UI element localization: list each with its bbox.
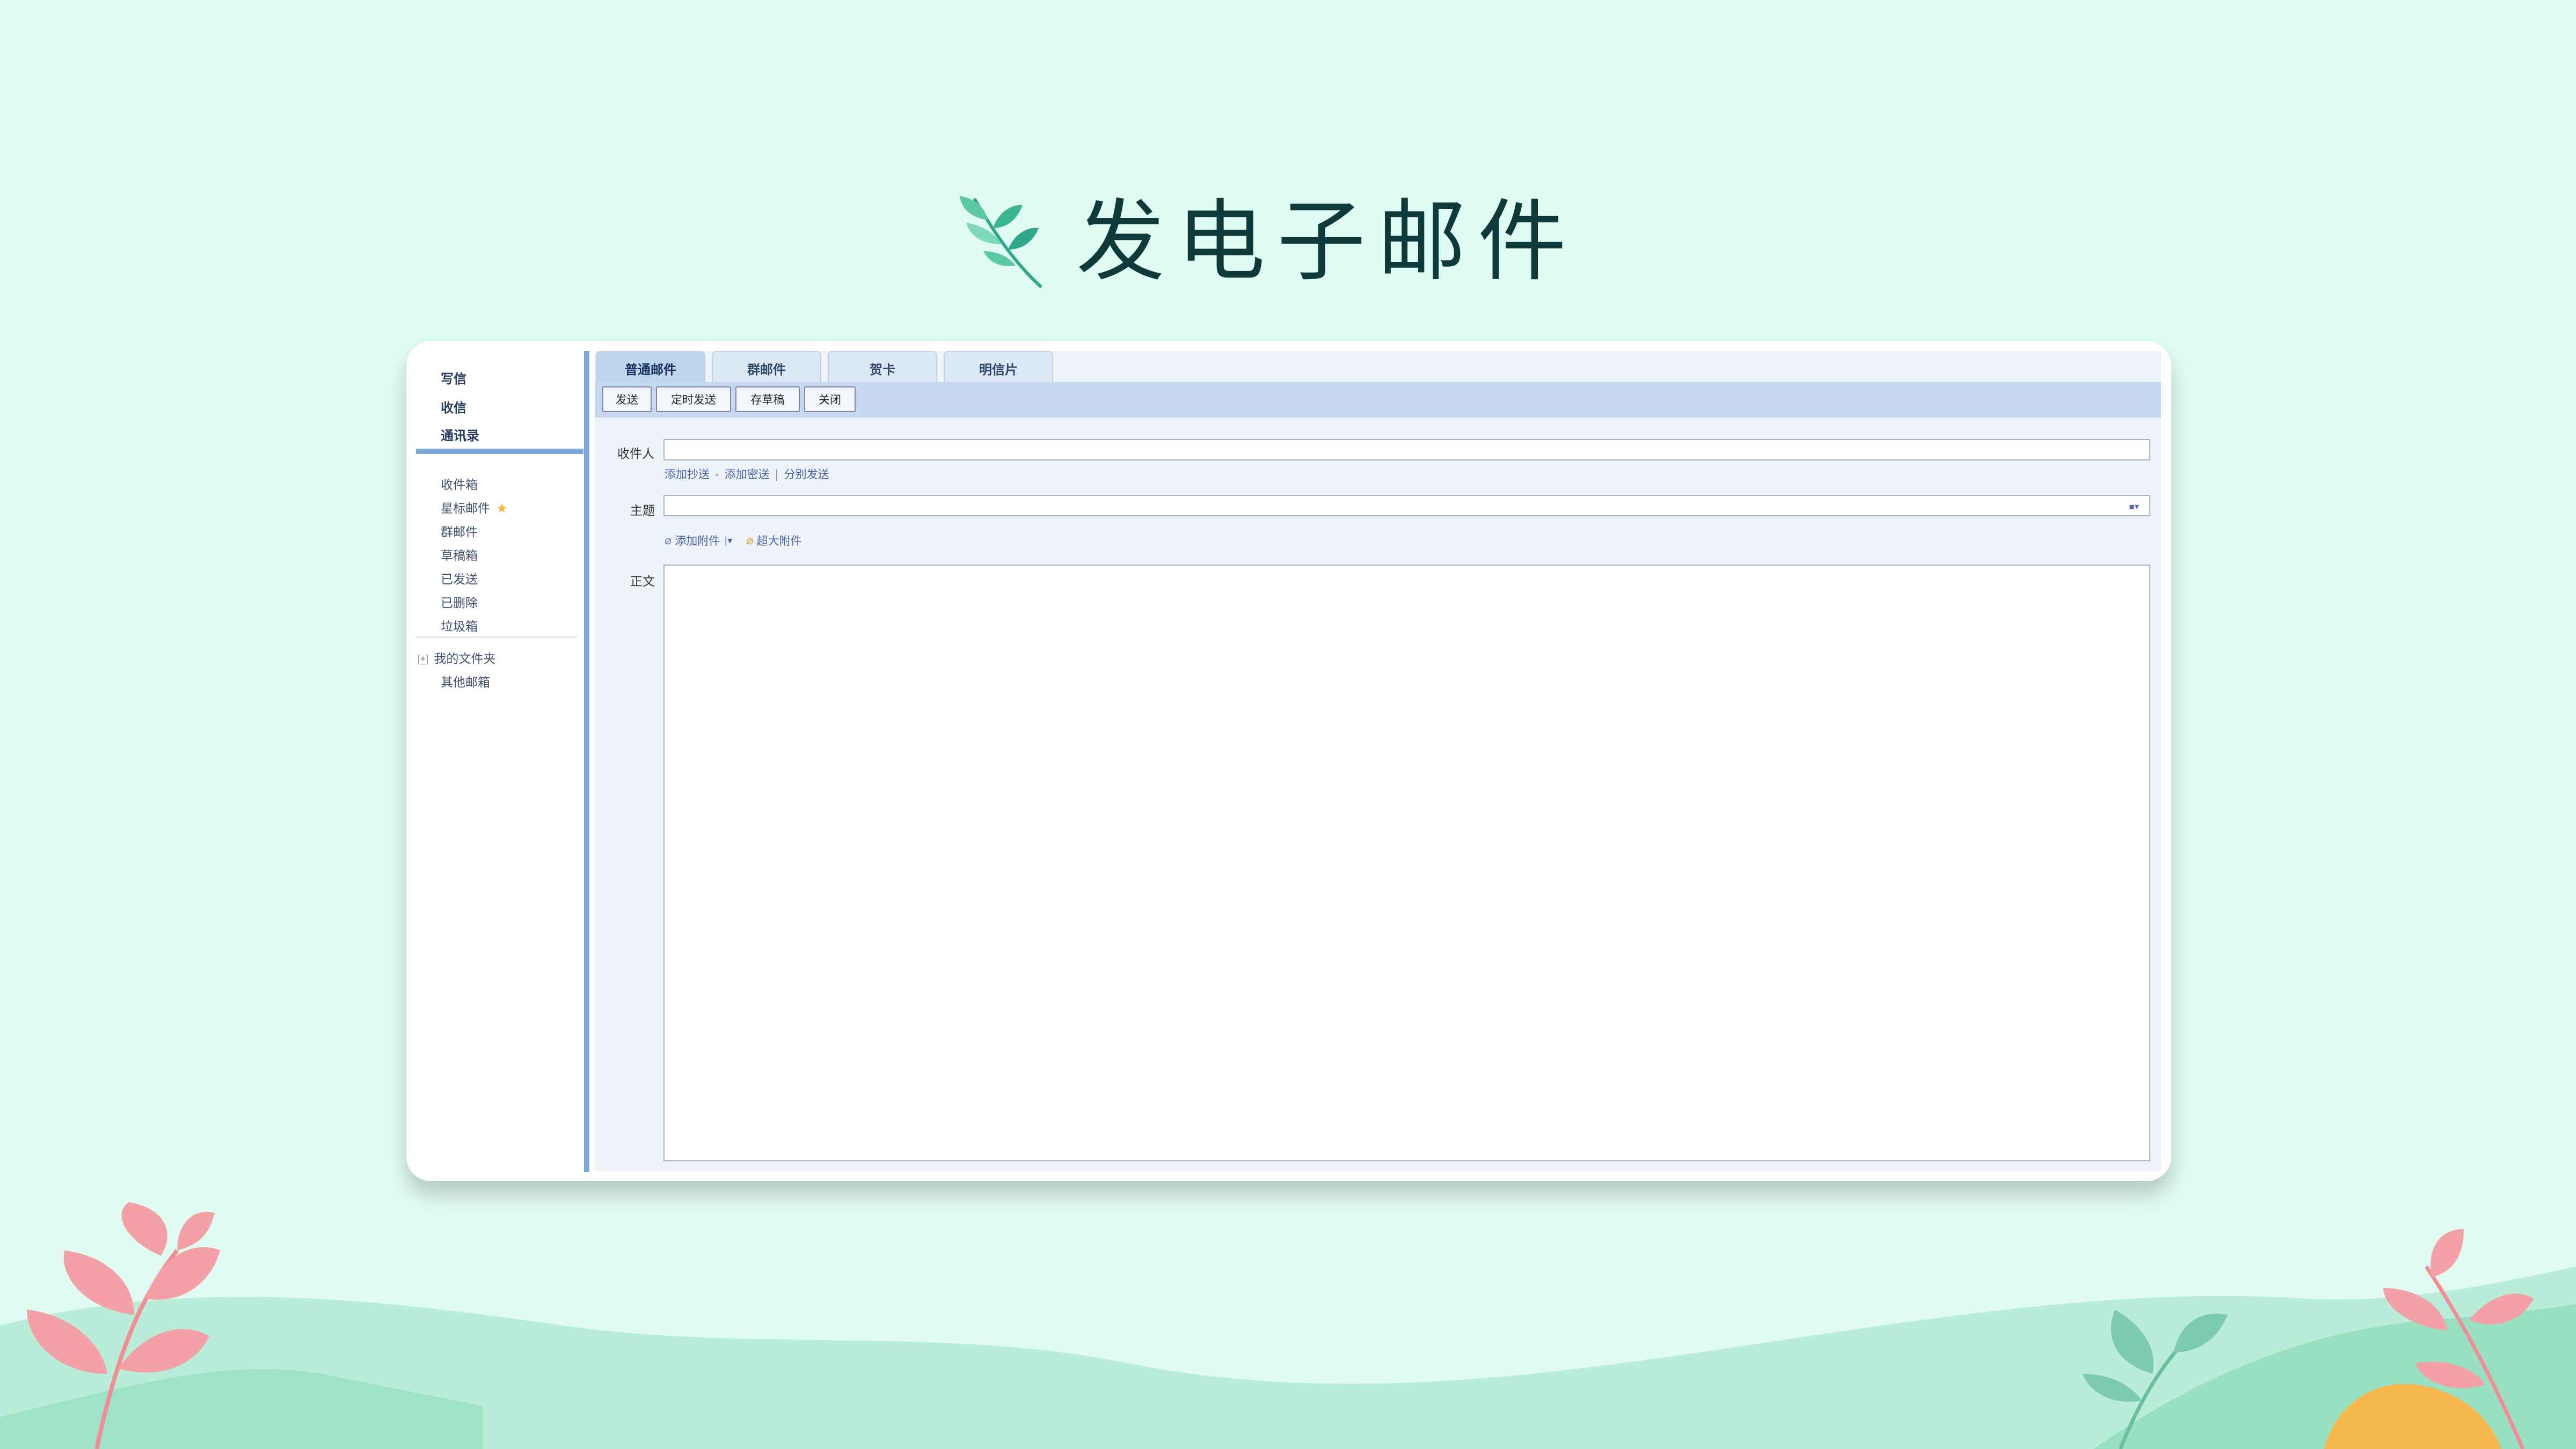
large-attachment-icon: ⌀ bbox=[746, 533, 754, 547]
scheduled-send-button[interactable]: 定时发送 bbox=[656, 386, 731, 412]
star-icon: ★ bbox=[496, 501, 508, 516]
folder-starred-label: 星标邮件 bbox=[441, 502, 490, 516]
folder-my-folders[interactable]: + 我的文件夹 bbox=[418, 648, 495, 667]
expand-plus-icon[interactable]: + bbox=[418, 654, 428, 664]
close-button[interactable]: 关闭 bbox=[804, 386, 856, 412]
add-attachment-link[interactable]: 添加附件 bbox=[675, 532, 720, 548]
body-label: 正文 bbox=[630, 575, 655, 589]
recipient-input[interactable] bbox=[663, 439, 2150, 460]
format-menu-icon[interactable]: ▪▾ bbox=[2129, 501, 2146, 511]
folder-group-mail[interactable]: 群邮件 bbox=[441, 522, 478, 540]
large-attachment-link[interactable]: 超大附件 bbox=[757, 532, 802, 548]
folder-spam[interactable]: 垃圾箱 bbox=[441, 616, 478, 634]
tab-group-mail[interactable]: 群邮件 bbox=[712, 351, 821, 384]
sidebar-divider bbox=[416, 449, 583, 454]
tab-postcard[interactable]: 明信片 bbox=[944, 351, 1053, 384]
subject-input[interactable] bbox=[663, 495, 2150, 516]
folder-drafts[interactable]: 草稿箱 bbox=[441, 545, 478, 564]
email-client-window: 写信 收信 通讯录 收件箱 星标邮件 ★ 群邮件 草稿箱 已发送 已删除 垃圾箱… bbox=[406, 341, 2171, 1181]
slide-title: 发电子邮件 bbox=[1076, 189, 1578, 293]
folder-my-folders-label: 我的文件夹 bbox=[434, 652, 496, 666]
separate-send-link[interactable]: 分别发送 bbox=[784, 468, 829, 481]
paperclip-icon: ⌀ bbox=[665, 533, 672, 547]
sidebar-splitter[interactable] bbox=[584, 351, 589, 1172]
leaf-sprig-icon bbox=[960, 196, 1043, 289]
save-draft-button[interactable]: 存草稿 bbox=[735, 386, 800, 412]
sidebar-item-compose[interactable]: 写信 bbox=[441, 368, 466, 387]
sidebar-item-contacts[interactable]: 通讯录 bbox=[441, 425, 479, 444]
recipient-label: 收件人 bbox=[617, 447, 654, 461]
send-button[interactable]: 发送 bbox=[602, 386, 652, 412]
add-cc-link[interactable]: 添加抄送 bbox=[665, 468, 710, 481]
folder-inbox[interactable]: 收件箱 bbox=[441, 474, 478, 493]
tab-normal-mail[interactable]: 普通邮件 bbox=[596, 351, 705, 384]
slide-title-group: 发电子邮件 bbox=[955, 180, 1578, 303]
folder-sent[interactable]: 已发送 bbox=[441, 569, 478, 587]
tab-greeting-card[interactable]: 贺卡 bbox=[828, 351, 937, 384]
link-separator: - bbox=[715, 468, 719, 481]
link-separator: | bbox=[775, 468, 779, 481]
body-textarea[interactable] bbox=[663, 565, 2150, 1161]
add-bcc-link[interactable]: 添加密送 bbox=[725, 468, 770, 481]
folder-deleted[interactable]: 已删除 bbox=[441, 592, 478, 611]
subject-label: 主题 bbox=[630, 504, 655, 518]
recipient-options: 添加抄送 - 添加密送 | 分别发送 bbox=[665, 466, 829, 482]
folder-other-mailboxes[interactable]: 其他邮箱 bbox=[441, 672, 490, 690]
attachment-dropdown-icon[interactable]: |▾ bbox=[724, 535, 732, 546]
folder-starred[interactable]: 星标邮件 ★ bbox=[441, 498, 508, 516]
sidebar-item-receive[interactable]: 收信 bbox=[441, 397, 466, 416]
folder-separator bbox=[416, 636, 577, 638]
compose-panel: 普通邮件 群邮件 贺卡 明信片 发送 定时发送 存草稿 关闭 收件人 添加抄送 -… bbox=[595, 351, 2161, 1171]
attachment-bar: ⌀ 添加附件 |▾ ⌀ 超大附件 bbox=[665, 532, 802, 548]
compose-toolbar: 发送 定时发送 存草稿 关闭 bbox=[595, 382, 2161, 418]
